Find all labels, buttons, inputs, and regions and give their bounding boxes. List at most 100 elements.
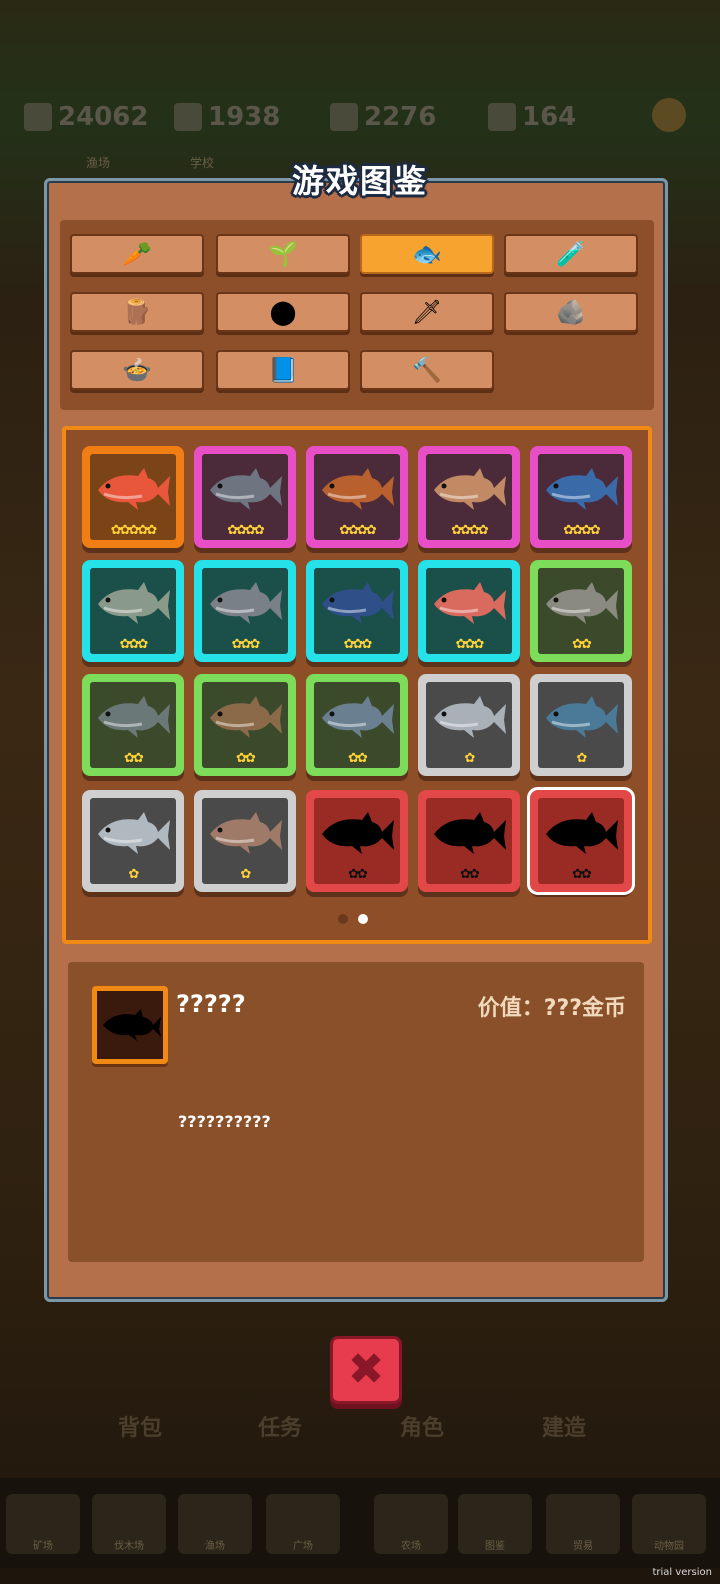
fish-card[interactable]: ✿✿ bbox=[530, 560, 632, 662]
rarity-stars: ✿✿ bbox=[124, 751, 144, 766]
nav-mine: 矿场 bbox=[6, 1494, 80, 1554]
category-tab-9[interactable]: 🍲 bbox=[70, 350, 204, 390]
rarity-stars: ✿✿✿ bbox=[343, 637, 373, 652]
fish-card[interactable]: ✿✿✿ bbox=[82, 560, 184, 662]
rock-icon: 🪨 bbox=[556, 298, 586, 326]
clover-icon bbox=[330, 103, 358, 131]
fish-card[interactable]: ✿✿✿ bbox=[418, 560, 520, 662]
close-icon: ✖ bbox=[347, 1344, 385, 1395]
category-tab-3[interactable]: 🐟 bbox=[360, 234, 494, 274]
fish-card[interactable]: ✿✿ bbox=[194, 674, 296, 776]
fish-card[interactable]: ✿✿ bbox=[527, 787, 635, 895]
gem-counter: 164 bbox=[488, 100, 576, 134]
fish-card[interactable]: ✿ bbox=[82, 790, 184, 892]
detail-name: ????? bbox=[176, 990, 246, 1018]
fish-card[interactable]: ✿✿✿ bbox=[306, 560, 408, 662]
rarity-stars: ✿✿✿ bbox=[231, 637, 261, 652]
fish-card[interactable]: ✿✿✿✿ bbox=[530, 446, 632, 548]
locked-fish-icon bbox=[322, 812, 394, 854]
fish-icon bbox=[98, 696, 170, 738]
gold-counter: 24062 bbox=[24, 100, 148, 134]
fish-icon bbox=[434, 582, 506, 624]
wood-icon bbox=[174, 103, 202, 131]
nav-fishery: 渔场 bbox=[178, 1494, 252, 1554]
dish-icon: 🍲 bbox=[122, 356, 152, 384]
rarity-stars: ✿✿✿✿ bbox=[227, 523, 265, 538]
nav-lumberyard: 伐木场 bbox=[92, 1494, 166, 1554]
detail-value: 价值：???金币 bbox=[477, 996, 626, 1021]
clover-counter: 2276 bbox=[330, 100, 436, 134]
fish-card[interactable]: ✿✿✿✿ bbox=[306, 446, 408, 548]
fish-card[interactable]: ✿✿ bbox=[306, 790, 408, 892]
gem-icon bbox=[488, 103, 516, 131]
rarity-stars: ✿✿✿✿ bbox=[339, 523, 377, 538]
fish-icon bbox=[322, 468, 394, 510]
fish-icon bbox=[210, 812, 282, 854]
fish-icon bbox=[210, 468, 282, 510]
hammer-icon: 🔨 bbox=[412, 356, 442, 384]
fish-card[interactable]: ✿✿ bbox=[418, 790, 520, 892]
page-dot-1[interactable] bbox=[338, 914, 348, 924]
coin-icon bbox=[24, 103, 52, 131]
fish-card[interactable]: ✿✿✿✿✿ bbox=[82, 446, 184, 548]
watermark: trial version bbox=[652, 1567, 712, 1578]
category-tab-11[interactable]: 🔨 bbox=[360, 350, 494, 390]
rarity-stars: ✿ bbox=[576, 751, 588, 766]
category-tab-8[interactable]: 🪨 bbox=[504, 292, 638, 332]
fish-icon bbox=[210, 582, 282, 624]
log-icon: 🪵 bbox=[122, 298, 152, 326]
rarity-stars: ✿✿ bbox=[572, 637, 592, 652]
rarity-stars: ✿ bbox=[128, 867, 140, 882]
rarity-stars: ✿✿ bbox=[460, 867, 480, 882]
fish-icon bbox=[322, 582, 394, 624]
category-tab-4[interactable]: 🧪 bbox=[504, 234, 638, 274]
locked-fish-icon bbox=[434, 812, 506, 854]
detail-description: ?????????? bbox=[178, 1112, 271, 1131]
page-dot-2[interactable] bbox=[358, 914, 368, 924]
locked-fish-icon bbox=[103, 1009, 161, 1041]
category-tab-5[interactable]: 🪵 bbox=[70, 292, 204, 332]
rarity-stars: ✿✿✿✿ bbox=[451, 523, 489, 538]
fish-card[interactable]: ✿✿ bbox=[306, 674, 408, 776]
rarity-stars: ✿ bbox=[464, 751, 476, 766]
nav-zoo: 动物园 bbox=[632, 1494, 706, 1554]
wood-counter: 1938 bbox=[174, 100, 280, 134]
fish-icon bbox=[434, 696, 506, 738]
category-tab-10[interactable]: 📘 bbox=[216, 350, 350, 390]
fish-card[interactable]: ✿✿✿✿ bbox=[418, 446, 520, 548]
fish-card[interactable]: ✿✿✿✿ bbox=[194, 446, 296, 548]
tab-character: 角色 bbox=[400, 1416, 445, 1441]
fish-icon bbox=[546, 468, 618, 510]
tab-build: 建造 bbox=[542, 1416, 587, 1441]
coal-icon: ⬤ bbox=[269, 298, 297, 326]
close-button[interactable]: ✖ bbox=[330, 1336, 402, 1404]
fish-card[interactable]: ✿✿✿ bbox=[194, 560, 296, 662]
fish-card[interactable]: ✿ bbox=[194, 790, 296, 892]
rarity-stars: ✿✿✿ bbox=[119, 637, 149, 652]
fish-card[interactable]: ✿ bbox=[530, 674, 632, 776]
page-title: 游戏图鉴 bbox=[291, 162, 428, 200]
settings-gear-icon[interactable] bbox=[652, 98, 686, 132]
rarity-stars: ✿ bbox=[240, 867, 252, 882]
rarity-stars: ✿✿ bbox=[236, 751, 256, 766]
fish-card[interactable]: ✿ bbox=[418, 674, 520, 776]
category-tab-2[interactable]: 🌱 bbox=[216, 234, 350, 274]
category-tab-1[interactable]: 🥕 bbox=[70, 234, 204, 274]
rarity-stars: ✿✿ bbox=[348, 867, 368, 882]
locked-fish-icon bbox=[546, 812, 618, 854]
nav-farm: 农场 bbox=[374, 1494, 448, 1554]
category-tab-6[interactable]: ⬤ bbox=[216, 292, 350, 332]
rarity-stars: ✿✿✿✿✿ bbox=[110, 523, 157, 538]
fish-icon bbox=[98, 468, 170, 510]
rarity-stars: ✿✿ bbox=[348, 751, 368, 766]
detail-thumbnail bbox=[92, 986, 168, 1064]
fish-icon bbox=[546, 696, 618, 738]
seed-bag-icon: 🌱 bbox=[268, 240, 298, 268]
fish-icon: 🐟 bbox=[412, 240, 442, 268]
fish-card[interactable]: ✿✿ bbox=[82, 674, 184, 776]
nav-plaza: 广场 bbox=[266, 1494, 340, 1554]
fish-icon bbox=[434, 468, 506, 510]
tab-quest: 任务 bbox=[258, 1416, 303, 1441]
tab-backpack: 背包 bbox=[118, 1416, 163, 1441]
category-tab-7[interactable]: 🗡 bbox=[360, 292, 494, 332]
